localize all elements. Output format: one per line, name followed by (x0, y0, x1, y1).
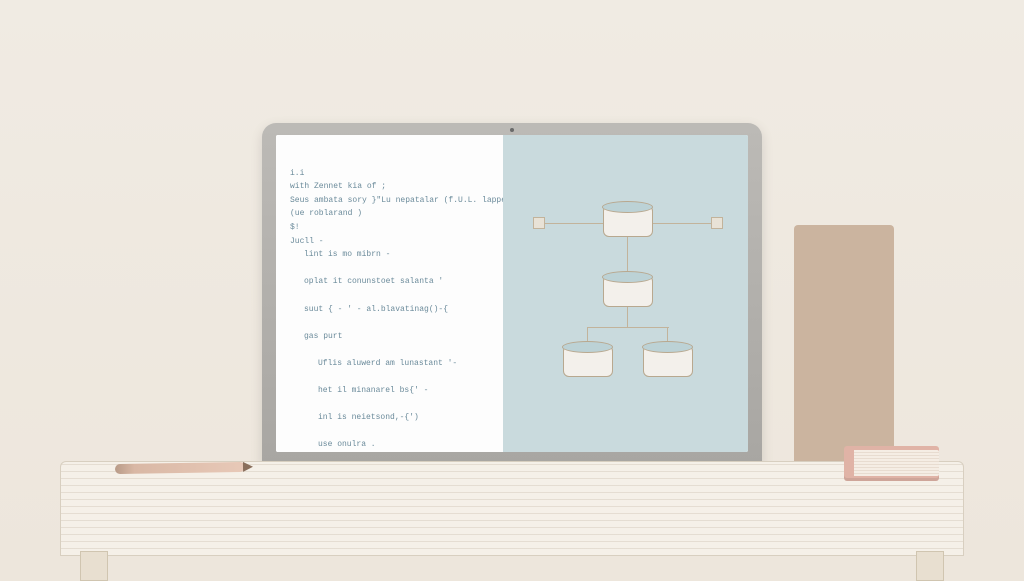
wall-shadow (794, 225, 894, 465)
database-icon (643, 345, 693, 377)
code-line: het il minanarel bs{' - (290, 384, 489, 398)
laptop-screen-frame: i.i with Zennet kia of ; Seus ambata sor… (262, 123, 762, 468)
code-line: use onulra . (290, 438, 489, 452)
desk-leg (80, 551, 108, 581)
code-line: inl is neietsond,-{') (290, 411, 489, 425)
diagram-pane (503, 135, 748, 452)
node-icon (711, 217, 723, 229)
laptop: i.i with Zennet kia of ; Seus ambata sor… (257, 123, 767, 486)
node-icon (533, 217, 545, 229)
connector-line (587, 327, 669, 328)
code-line: with Zennet kia of ; (290, 182, 386, 191)
camera-icon (510, 128, 514, 132)
code-line: (ue roblarand ) (290, 209, 362, 218)
desk-leg (916, 551, 944, 581)
code-line: suut { - ' - al.blavatinag()-{ (290, 303, 489, 317)
code-line: gas purt (290, 330, 489, 344)
laptop-screen: i.i with Zennet kia of ; Seus ambata sor… (276, 135, 748, 452)
database-icon (563, 345, 613, 377)
code-line: Jucll - (290, 237, 324, 246)
code-line: i.i (290, 169, 304, 178)
database-icon (603, 205, 653, 237)
illustration-scene: i.i with Zennet kia of ; Seus ambata sor… (0, 0, 1024, 581)
database-icon (603, 275, 653, 307)
code-line: oplat it conunstoet salanta ' (290, 275, 489, 289)
notebook-icon (844, 446, 939, 481)
code-block: i.i with Zennet kia of ; Seus ambata sor… (290, 153, 489, 452)
desk-surface (60, 461, 964, 556)
database-diagram (503, 135, 748, 452)
code-line: $! (290, 223, 300, 232)
code-line: Uflis aluwerd am lunastant '- (290, 357, 489, 371)
code-editor-pane: i.i with Zennet kia of ; Seus ambata sor… (276, 135, 503, 452)
connector-line (627, 307, 628, 327)
code-line: lint is mo mibrn - (290, 248, 489, 262)
code-line: Seus ambata sory }"Lu nepatalar (f.U.L. … (290, 196, 525, 205)
